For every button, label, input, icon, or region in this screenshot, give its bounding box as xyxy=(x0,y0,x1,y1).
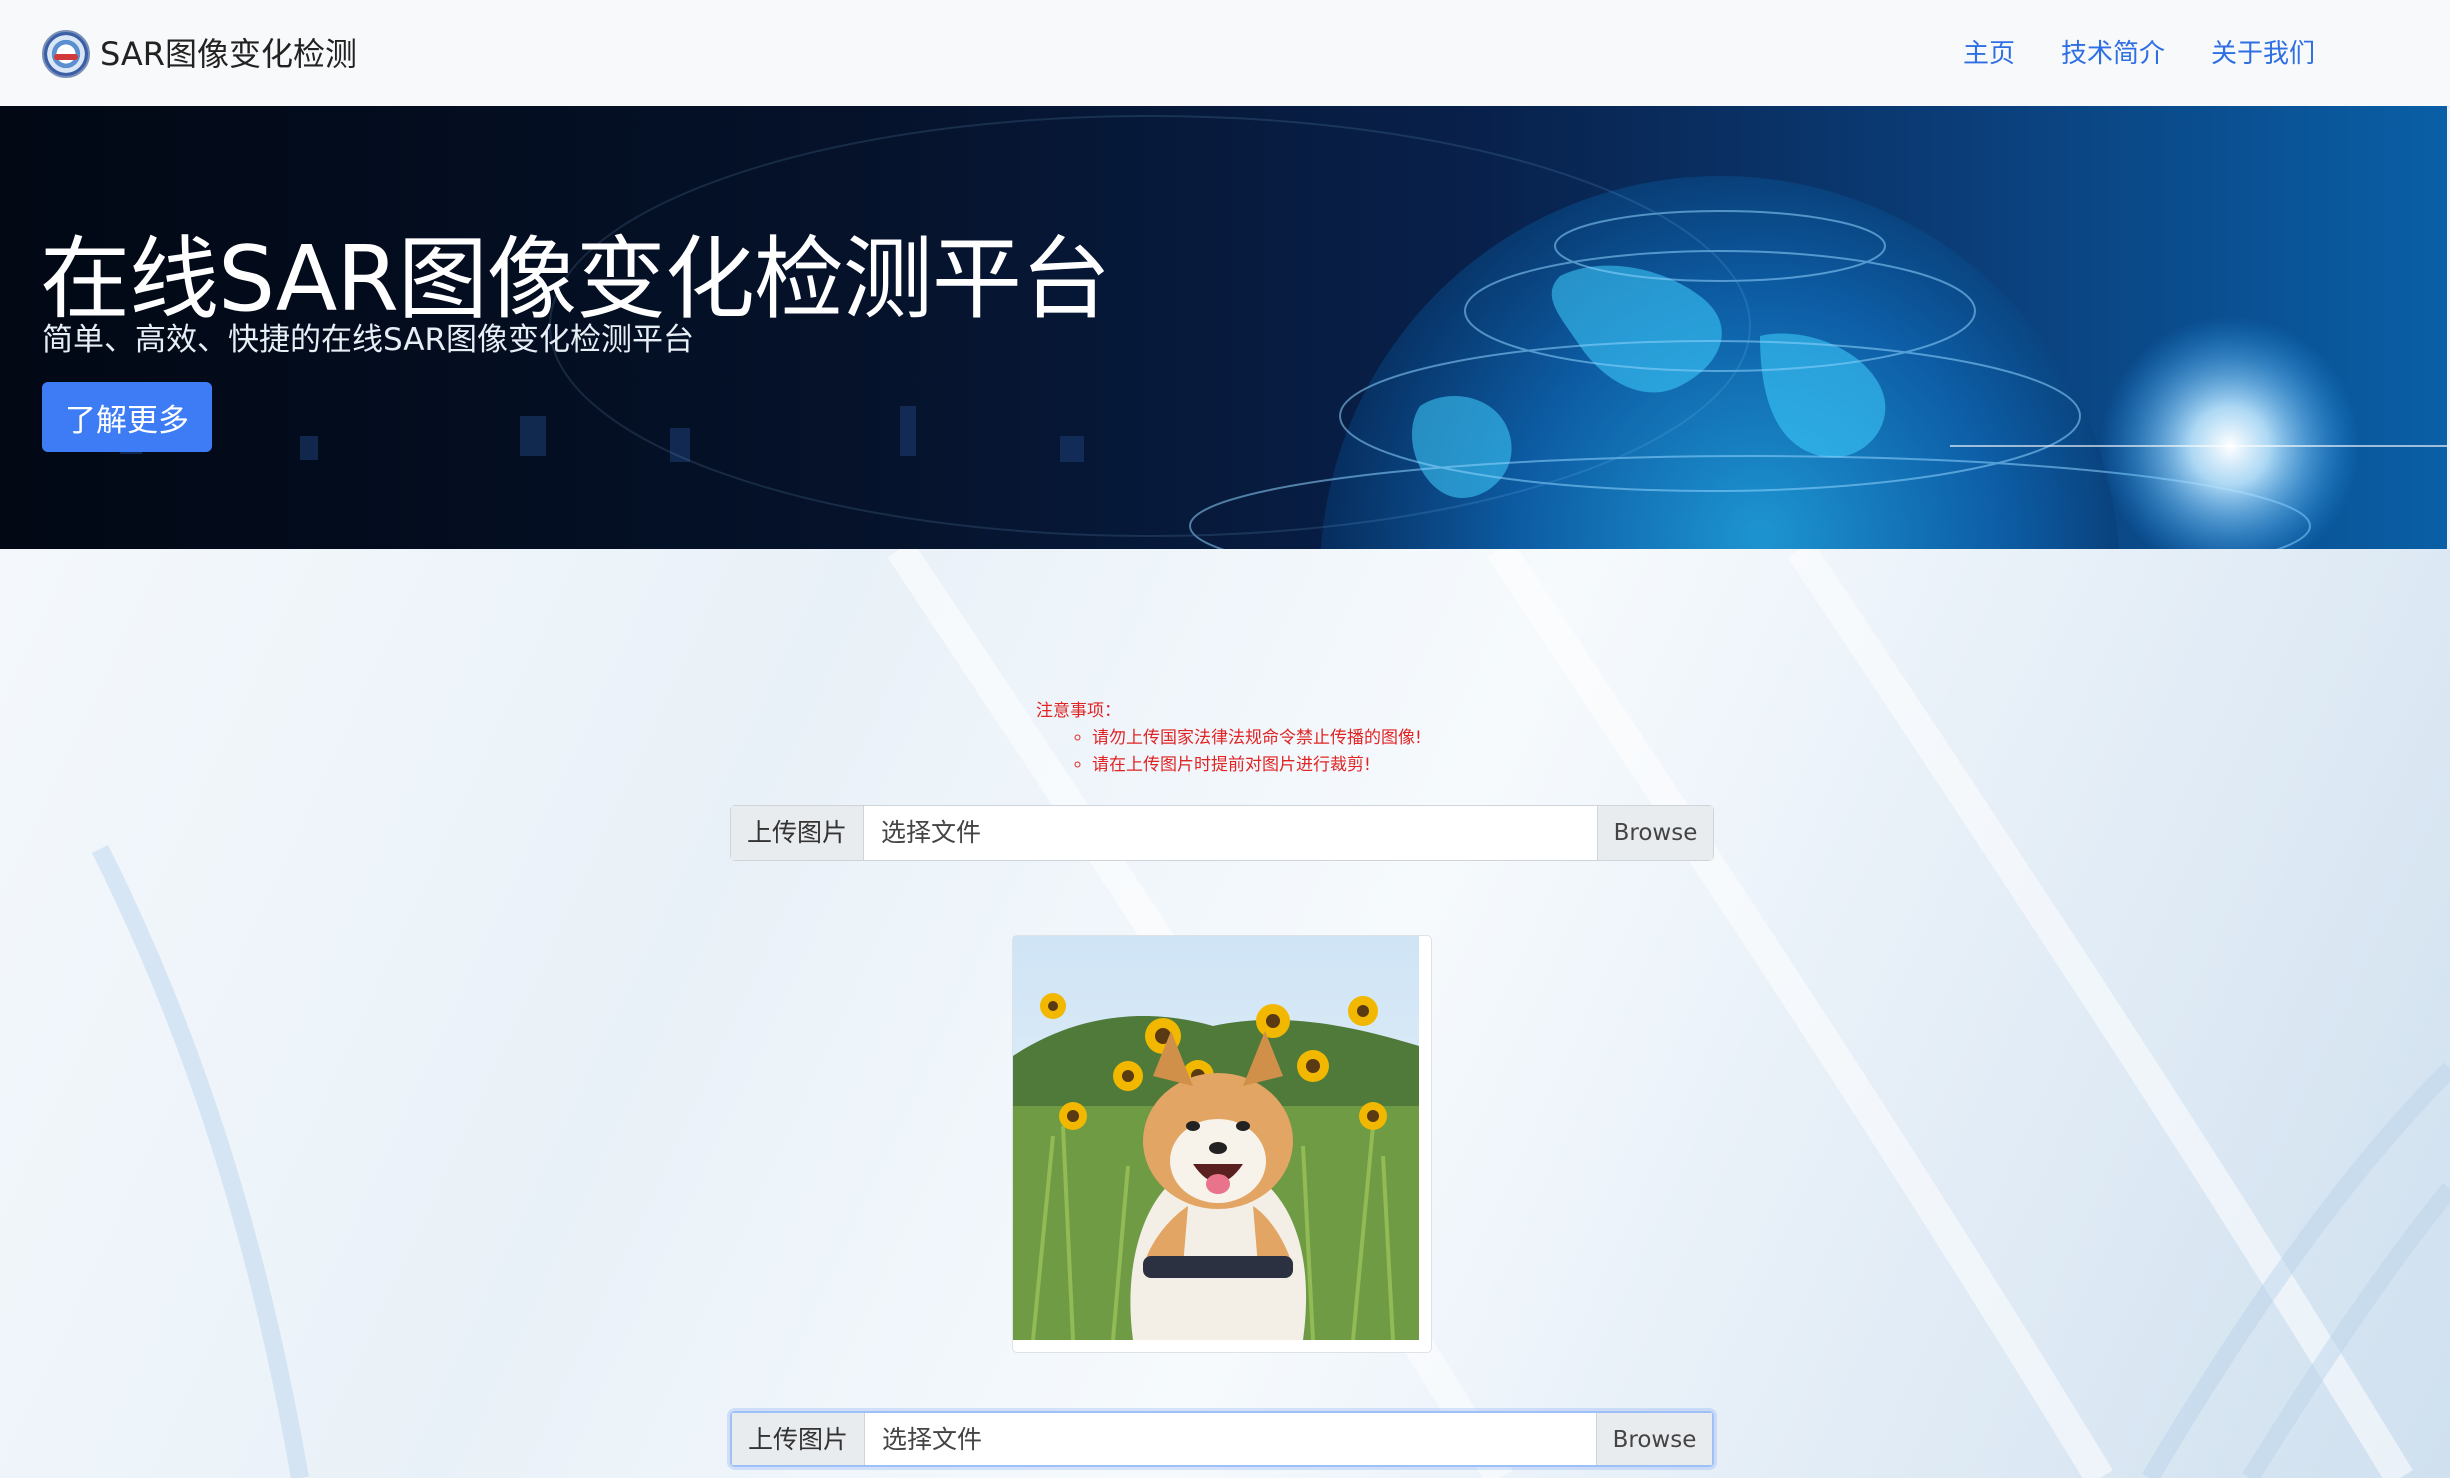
browse-button[interactable]: Browse xyxy=(1596,1413,1712,1465)
nav-tech-intro[interactable]: 技术简介 xyxy=(2061,32,2165,76)
file-chooser-field[interactable]: 选择文件 xyxy=(864,806,1597,860)
shiba-dog-sunflowers-photo xyxy=(1013,936,1419,1340)
hero-subtitle: 简单、高效、快捷的在线SAR图像变化检测平台 xyxy=(42,322,694,358)
notice-list: 请勿上传国家法律法规命令禁止传播的图像! 请在上传图片时提前对图片进行裁剪! xyxy=(1036,725,1422,779)
image-preview xyxy=(1012,935,1432,1353)
upload-input-group-2[interactable]: 上传图片 选择文件 Browse xyxy=(730,1411,1714,1467)
navbar: SAR图像变化检测 主页 技术简介 关于我们 xyxy=(0,0,2450,107)
hero-banner: 在线SAR图像变化检测平台 简单、高效、快捷的在线SAR图像变化检测平台 了解更… xyxy=(0,106,2447,549)
upload-label: 上传图片 xyxy=(731,806,864,860)
upload-input-group-1[interactable]: 上传图片 选择文件 Browse xyxy=(730,805,1714,861)
logo-icon xyxy=(42,30,90,78)
nav-home[interactable]: 主页 xyxy=(1963,32,2015,76)
upload-label: 上传图片 xyxy=(732,1413,865,1465)
brand-title: SAR图像变化检测 xyxy=(100,35,358,73)
main-content: 注意事项： 请勿上传国家法律法规命令禁止传播的图像! 请在上传图片时提前对图片进… xyxy=(0,549,2450,1478)
notice-heading: 注意事项： xyxy=(1036,701,1121,721)
file-chooser-field[interactable]: 选择文件 xyxy=(865,1413,1596,1465)
brand[interactable]: SAR图像变化检测 xyxy=(42,28,357,80)
notice-item: 请勿上传国家法律法规命令禁止传播的图像! xyxy=(1092,725,1422,752)
notice-box: 注意事项： 请勿上传国家法律法规命令禁止传播的图像! 请在上传图片时提前对图片进… xyxy=(1036,698,1422,779)
browse-button[interactable]: Browse xyxy=(1597,806,1713,860)
nav-about-us[interactable]: 关于我们 xyxy=(2211,32,2315,76)
nav-links: 主页 技术简介 关于我们 xyxy=(1963,32,2315,76)
learn-more-button[interactable]: 了解更多 xyxy=(42,382,212,452)
notice-item: 请在上传图片时提前对图片进行裁剪! xyxy=(1092,752,1422,779)
